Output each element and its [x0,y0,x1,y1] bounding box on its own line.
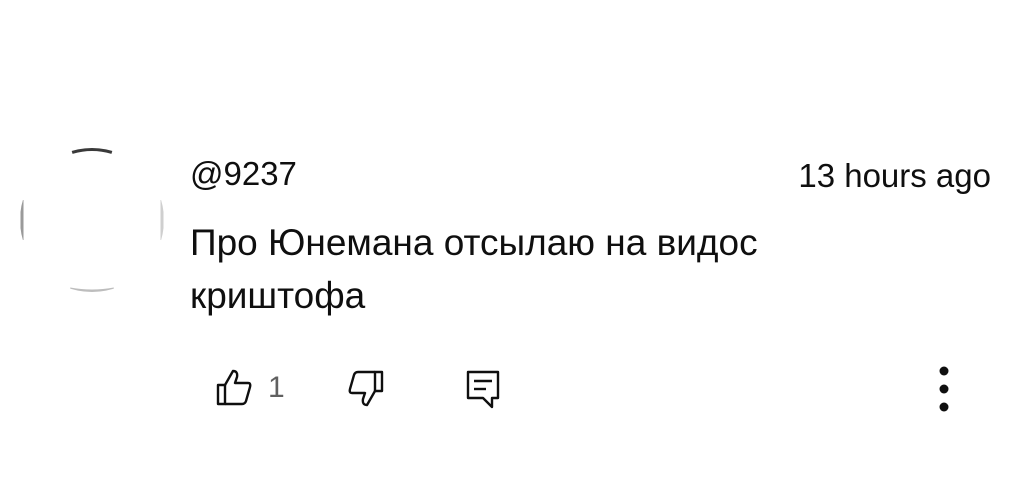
thumbs-up-icon [216,369,252,406]
avatar-image [20,148,164,292]
comment-author[interactable]: @9237 [190,154,297,194]
thumbs-down-icon [348,370,384,407]
comment-text: Про Юнемана отсылаю на видос криштофа [190,222,758,316]
reply-button[interactable] [462,366,504,412]
comment-timestamp: 13 hours ago [798,157,991,194]
vertical-ellipsis-icon [939,366,949,412]
comment-actions: 1 [0,360,1035,416]
dislike-button[interactable] [344,366,390,412]
reply-comment-icon [466,370,500,409]
like-count: 1 [268,371,285,404]
like-button[interactable] [210,364,256,410]
more-options-button[interactable] [924,360,964,418]
avatar[interactable] [20,148,164,292]
